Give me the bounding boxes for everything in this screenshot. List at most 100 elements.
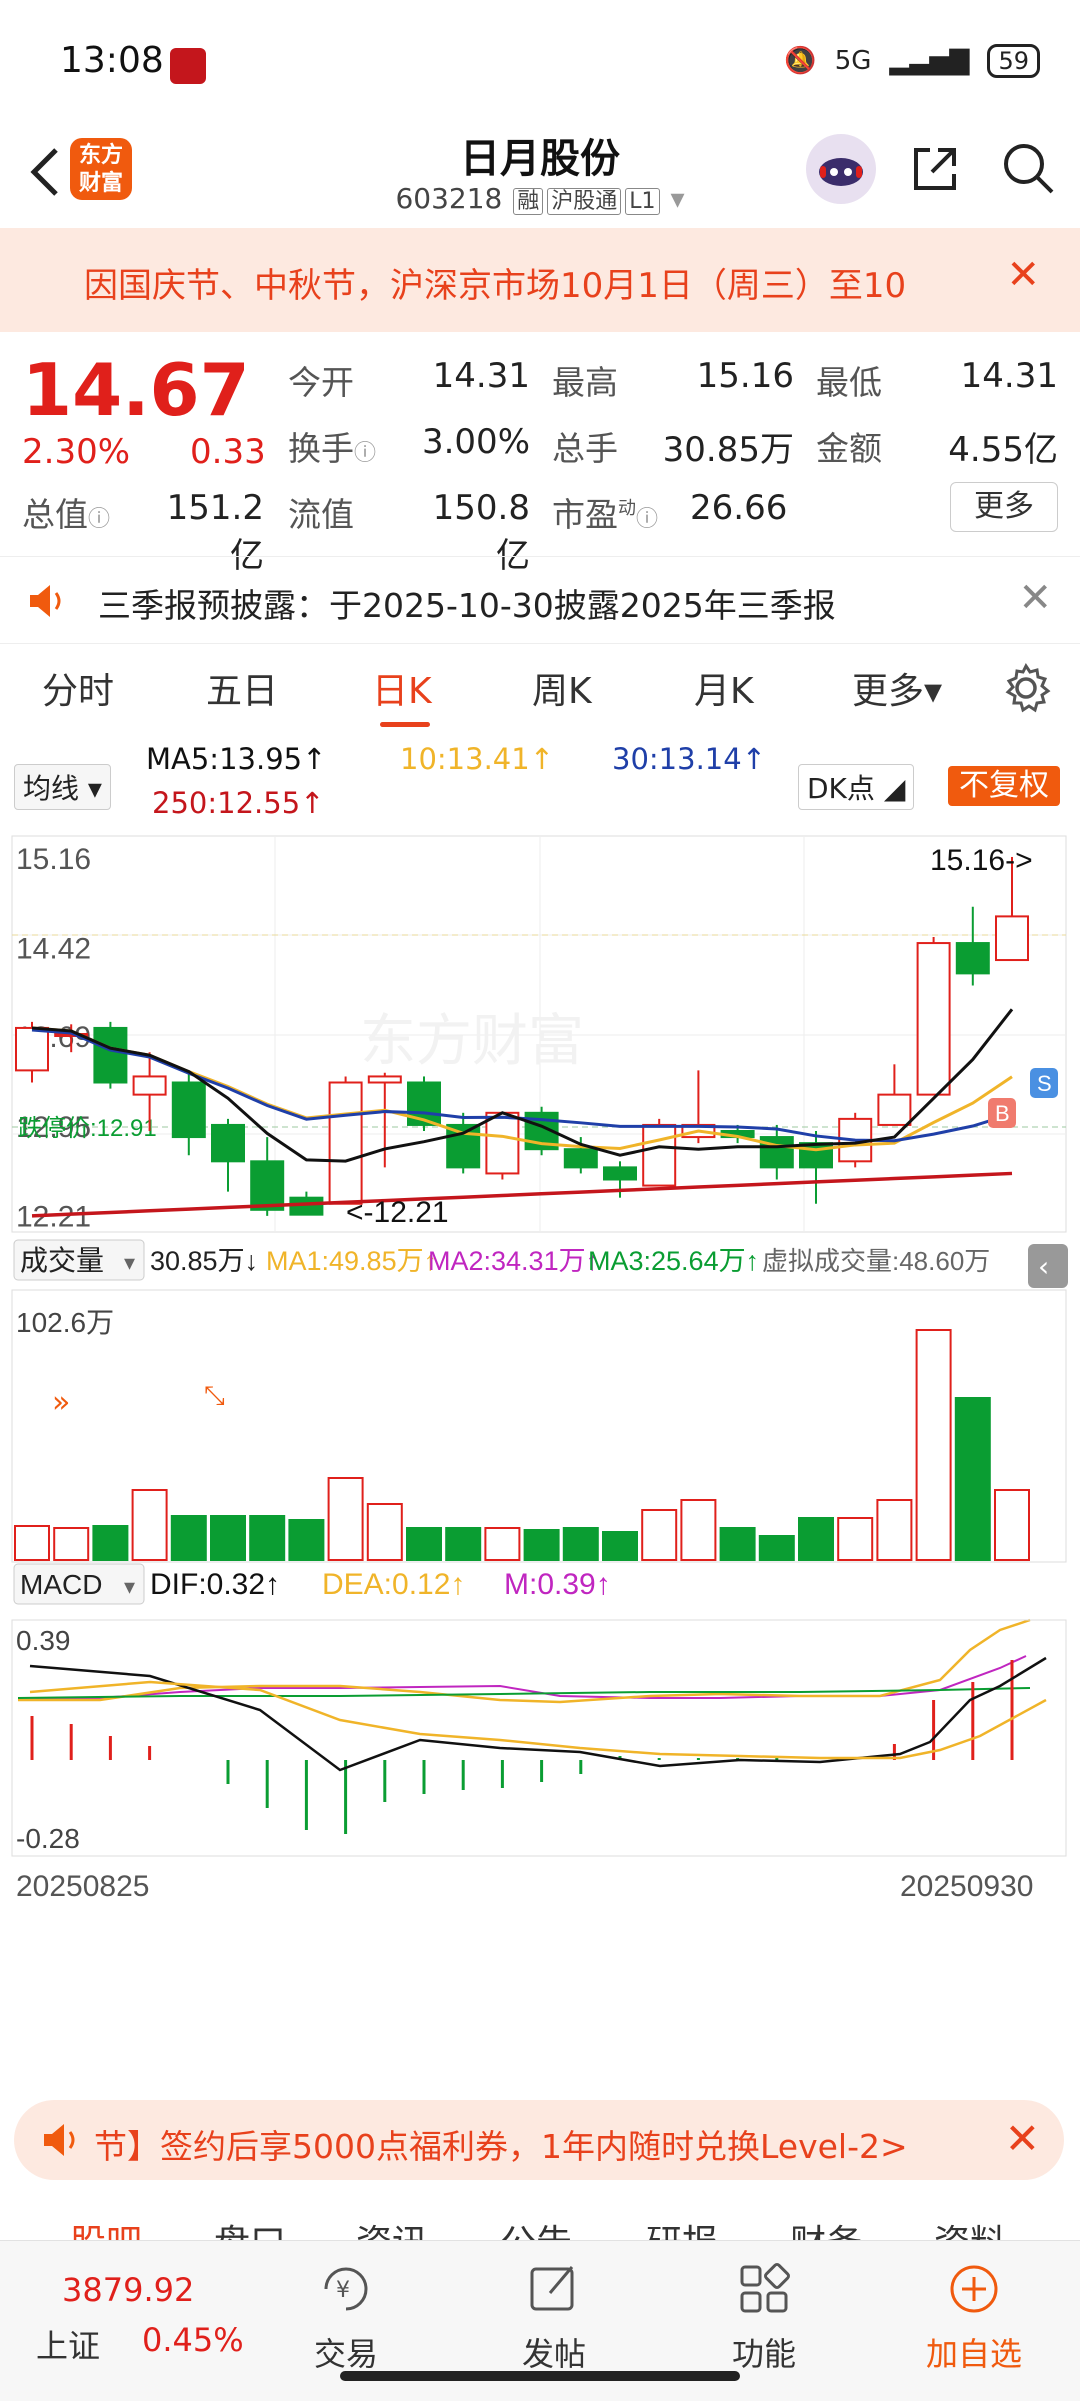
candle [916,937,951,1096]
tab-monthly-k[interactable]: 月K [694,662,754,714]
sell-tag[interactable]: S [1030,1068,1058,1098]
index-value: 3879.92 [62,2271,195,2309]
volume-bar [53,1527,90,1561]
date-start-label: 20250825 [16,1870,149,1903]
close-icon[interactable]: ✕ [1005,2114,1040,2163]
info-icon[interactable]: ⓘ [636,507,658,532]
adjustment-button[interactable]: 不复权 [948,766,1060,806]
candle [485,1111,520,1180]
candle [563,1137,598,1174]
dk-point-selector[interactable]: DK点 ◢ [798,764,915,810]
section-tabs: 股吧 盘口 资讯 公告 研报 财务 资料 [0,2200,1080,2240]
collapse-panel-button[interactable]: ‹ [1028,1244,1068,1288]
mktcap-label: 总值ⓘ [22,488,110,536]
low-value: 14.31 [960,356,1058,396]
tab-5day[interactable]: 五日 [206,662,278,714]
volume-bar [406,1527,442,1561]
tab-announcements[interactable]: 公告 [500,2214,572,2240]
expand-diagonal-icon[interactable]: ⤡ [204,1381,225,1411]
more-button[interactable]: 更多 [950,482,1058,532]
tab-more[interactable]: 更多▾ [852,662,942,714]
volume-bar [954,1397,991,1561]
holiday-notice-banner[interactable]: 因国庆节、中秋节，沪深京市场10月1日（周三）至10 ✕ [0,228,1080,332]
candle [799,1131,833,1204]
tab-pankou[interactable]: 盘口 [214,2214,286,2240]
speaker-icon [30,585,61,617]
ma-selector[interactable]: 均线 ▾ [14,764,111,810]
stock-chart[interactable]: 东方财富 15.1614.4213.6912.9512.21 跌停价:12.91… [0,830,1080,2085]
buy-tag[interactable]: B [988,1098,1016,1128]
turnover-label: 换手ⓘ [288,422,376,470]
settings-gear-icon[interactable] [1000,662,1052,714]
volume-bar [170,1515,207,1561]
volume-bar [523,1529,560,1561]
chevron-down-icon[interactable]: ▾ [670,182,684,215]
tag-margin: 融 [513,188,544,215]
amount-label: 金额 [816,429,882,468]
macd-dea: DEA:0.12↑ [322,1568,465,1601]
volume-bar [641,1509,678,1561]
macd-bottom-label: -0.28 [16,1823,80,1854]
signal-icon: ▂▃▅▇ [889,46,970,76]
tab-intraday[interactable]: 分时 [42,662,114,714]
tab-news[interactable]: 资讯 [356,2214,428,2240]
low-marker: <-12.21 [346,1196,449,1229]
price-axis-label: 15.16 [16,843,91,876]
plus-circle-icon [950,2265,998,2313]
chevron-double-right-icon[interactable]: » [52,1385,70,1420]
volume-ma2: MA2:34.31万↑ [428,1246,599,1276]
ma5-value: MA5:13.95↑ [146,742,327,776]
volume-value: 30.85万↓ [150,1246,258,1276]
close-icon[interactable]: ✕ [1006,252,1040,298]
assistant-avatar-icon[interactable] [806,134,876,204]
tab-research[interactable]: 研报 [646,2214,718,2240]
info-icon[interactable]: ⓘ [88,507,110,532]
volume-header: 成交量 ▾ 30.85万↓ MA1:49.85万↑ MA2:34.31万↑ MA… [13,1239,990,1281]
low-label: 最低 [816,363,882,402]
amount-value: 4.55亿 [948,430,1058,470]
active-tab-indicator [380,722,430,727]
nav-function[interactable]: 功能 [694,2259,834,2375]
high-label: 最高 [552,363,618,402]
nav-post[interactable]: 发帖 [484,2259,624,2375]
date-end-label: 20250930 [900,1870,1033,1903]
nav-trade[interactable]: ¥ 交易 [276,2259,416,2375]
info-icon[interactable]: ⓘ [354,441,376,466]
svg-text:¥: ¥ [336,2278,350,2303]
volume-bar [131,1489,168,1561]
tab-finance[interactable]: 财务 [790,2214,862,2240]
pe-sup: 动 [618,498,636,519]
ma250-line [31,1171,1013,1218]
nav-add-watchlist[interactable]: 加自选 [904,2259,1044,2375]
grid-icon [740,2263,790,2313]
tab-daily-k[interactable]: 日K [372,662,432,714]
status-bar: 13:08 🔕 5G ▂▃▅▇ 59 [0,0,1080,120]
price-axis-label: 12.21 [16,1201,91,1234]
tab-profile[interactable]: 资料 [934,2214,1006,2240]
share-icon[interactable] [908,140,964,196]
volume-bar [798,1517,834,1561]
promo-banner[interactable]: 节】签约后享5000点福利券，1年内随时兑换Level-2> ✕ [14,2100,1064,2180]
tag-level[interactable]: L1 [625,188,660,215]
virtual-volume: 虚拟成交量:48.60万 [762,1246,990,1276]
chevron-down-icon: ▾ [124,1575,135,1600]
search-icon[interactable] [1000,140,1056,196]
quote-panel: 14.67 2.30% 0.33 今开 14.31 最高 15.16 最低 14… [0,340,1080,576]
candle [328,1076,363,1205]
price-axis-label: 14.42 [16,933,91,966]
volume-bar [14,1525,50,1561]
limit-down-label: 跌停价:12.91 [18,1115,157,1142]
volume-max-label: 102.6万 [16,1307,114,1338]
open-value: 14.31 [432,356,530,396]
index-percent: 0.45% [142,2321,244,2359]
candle [642,1118,677,1187]
macd-header-row: MACD ▾ DIF:0.32↑ DEA:0.12↑ M:0.39↑ [13,1563,611,1605]
high-marker: 15.16-> [930,844,1033,877]
sell-tag-label: S [1037,1071,1052,1096]
volume-bar [288,1519,325,1561]
tab-weekly-k[interactable]: 周K [532,662,592,714]
tab-guba[interactable]: 股吧 [70,2214,142,2240]
close-icon[interactable]: ✕ [1018,575,1052,621]
announcement-bar[interactable]: 三季报预披露：于2025-10-30披露2025年三季报 ✕ [0,556,1080,644]
volume-bar [602,1531,638,1561]
